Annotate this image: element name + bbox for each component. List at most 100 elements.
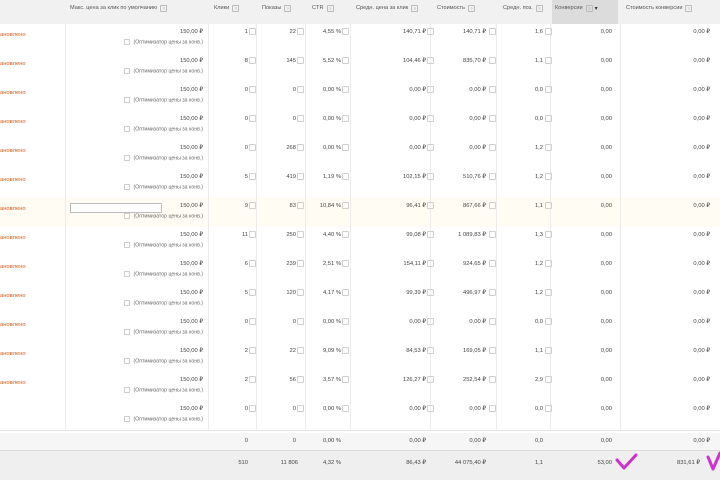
help-icon[interactable]: ? bbox=[160, 5, 168, 12]
details-icon[interactable] bbox=[427, 405, 434, 412]
table-row[interactable]: ановлено 150,00 ₽ (Оптимизатор цены за кон… bbox=[0, 285, 720, 315]
details-icon[interactable] bbox=[427, 57, 434, 64]
details-icon[interactable] bbox=[427, 144, 434, 151]
details-icon[interactable] bbox=[249, 405, 256, 412]
help-icon[interactable]: ? bbox=[585, 5, 593, 12]
details-icon[interactable] bbox=[249, 57, 256, 64]
details-icon[interactable] bbox=[297, 144, 304, 151]
details-icon[interactable] bbox=[427, 28, 434, 35]
checkbox-icon[interactable] bbox=[124, 387, 131, 393]
details-icon[interactable] bbox=[427, 376, 434, 383]
table-row[interactable]: ановлено 150,00 ₽ (Оптимизатор цены за кон… bbox=[0, 82, 720, 112]
header-cost-per-conversion[interactable]: Стоимость конверсии? bbox=[626, 0, 720, 24]
details-icon[interactable] bbox=[249, 86, 256, 93]
header-clicks[interactable]: Клики? bbox=[214, 0, 256, 24]
details-icon[interactable] bbox=[342, 115, 349, 122]
help-icon[interactable]: ? bbox=[284, 5, 292, 12]
details-icon[interactable] bbox=[297, 86, 304, 93]
details-icon[interactable] bbox=[489, 318, 496, 325]
help-icon[interactable]: ? bbox=[468, 5, 476, 12]
details-icon[interactable] bbox=[545, 376, 552, 383]
details-icon[interactable] bbox=[297, 231, 304, 238]
details-icon[interactable] bbox=[545, 28, 552, 35]
details-icon[interactable] bbox=[249, 376, 256, 383]
details-icon[interactable] bbox=[342, 289, 349, 296]
details-icon[interactable] bbox=[249, 347, 256, 354]
checkbox-icon[interactable] bbox=[124, 416, 131, 422]
details-icon[interactable] bbox=[249, 289, 256, 296]
header-conversions[interactable]: Конверсии? ▾ bbox=[552, 0, 618, 24]
checkbox-icon[interactable] bbox=[124, 184, 131, 190]
details-icon[interactable] bbox=[297, 28, 304, 35]
details-icon[interactable] bbox=[427, 115, 434, 122]
checkbox-icon[interactable] bbox=[124, 39, 131, 45]
details-icon[interactable] bbox=[489, 347, 496, 354]
help-icon[interactable]: ? bbox=[326, 5, 334, 12]
details-icon[interactable] bbox=[249, 115, 256, 122]
header-max-cpc[interactable]: Макс. цена за клик по умолчанию? bbox=[70, 0, 206, 24]
details-icon[interactable] bbox=[342, 57, 349, 64]
checkbox-icon[interactable] bbox=[124, 358, 131, 364]
header-impressions[interactable]: Показы? bbox=[262, 0, 304, 24]
details-icon[interactable] bbox=[427, 318, 434, 325]
header-avg-cpc[interactable]: Средн. цена за клик? bbox=[356, 0, 426, 24]
details-icon[interactable] bbox=[249, 28, 256, 35]
checkbox-icon[interactable] bbox=[124, 329, 131, 335]
table-row[interactable]: ановлено 150,00 ₽ (Оптимизатор цены за кон… bbox=[0, 314, 720, 344]
details-icon[interactable] bbox=[489, 115, 496, 122]
details-icon[interactable] bbox=[545, 173, 552, 180]
details-icon[interactable] bbox=[545, 260, 552, 267]
details-icon[interactable] bbox=[249, 318, 256, 325]
details-icon[interactable] bbox=[342, 347, 349, 354]
header-cost[interactable]: Стоимость? bbox=[437, 0, 493, 24]
details-icon[interactable] bbox=[342, 28, 349, 35]
table-row[interactable]: ановлено 150,00 ₽ (Оптимизатор цены за кон… bbox=[0, 53, 720, 83]
table-row[interactable]: ановлено 150,00 ₽ (Оптимизатор цены за кон… bbox=[0, 111, 720, 141]
details-icon[interactable] bbox=[545, 318, 552, 325]
table-row[interactable]: ановлено 150,00 ₽ (Оптимизатор цены за кон… bbox=[0, 169, 720, 199]
details-icon[interactable] bbox=[342, 202, 349, 209]
details-icon[interactable] bbox=[297, 405, 304, 412]
details-icon[interactable] bbox=[342, 173, 349, 180]
details-icon[interactable] bbox=[427, 347, 434, 354]
details-icon[interactable] bbox=[545, 57, 552, 64]
table-row[interactable]: 150,00 ₽ (Оптимизатор цены за конв.) 0 0 0,0… bbox=[0, 401, 720, 431]
checkbox-icon[interactable] bbox=[124, 68, 131, 74]
details-icon[interactable] bbox=[489, 173, 496, 180]
details-icon[interactable] bbox=[545, 144, 552, 151]
details-icon[interactable] bbox=[249, 260, 256, 267]
details-icon[interactable] bbox=[297, 115, 304, 122]
table-row[interactable]: ановлено 150,00 ₽ (Оптимизатор цены за кон… bbox=[0, 227, 720, 257]
details-icon[interactable] bbox=[297, 347, 304, 354]
details-icon[interactable] bbox=[342, 318, 349, 325]
details-icon[interactable] bbox=[297, 289, 304, 296]
table-row[interactable]: ановлено 150,00 ₽ (Оптимизатор цены за кон… bbox=[0, 343, 720, 373]
details-icon[interactable] bbox=[297, 57, 304, 64]
details-icon[interactable] bbox=[545, 347, 552, 354]
details-icon[interactable] bbox=[427, 231, 434, 238]
table-row[interactable]: ановлено 150,00 ₽ (Оптимизатор цены за кон… bbox=[0, 24, 720, 54]
header-avg-pos[interactable]: Средн. поз.? bbox=[503, 0, 551, 24]
details-icon[interactable] bbox=[489, 231, 496, 238]
checkbox-icon[interactable] bbox=[124, 213, 131, 219]
details-icon[interactable] bbox=[545, 289, 552, 296]
table-row[interactable]: ановлено 150,00 ₽ (Оптимизатор цены за кон… bbox=[0, 198, 720, 228]
details-icon[interactable] bbox=[545, 86, 552, 93]
details-icon[interactable] bbox=[297, 318, 304, 325]
header-ctr[interactable]: CTR? bbox=[312, 0, 348, 24]
details-icon[interactable] bbox=[489, 405, 496, 412]
details-icon[interactable] bbox=[489, 376, 496, 383]
table-row[interactable]: ановлено 150,00 ₽ (Оптимизатор цены за кон… bbox=[0, 140, 720, 170]
table-row[interactable]: ановлено 150,00 ₽ (Оптимизатор цены за кон… bbox=[0, 372, 720, 402]
checkbox-icon[interactable] bbox=[124, 155, 131, 161]
details-icon[interactable] bbox=[545, 115, 552, 122]
details-icon[interactable] bbox=[427, 173, 434, 180]
details-icon[interactable] bbox=[489, 57, 496, 64]
details-icon[interactable] bbox=[342, 144, 349, 151]
details-icon[interactable] bbox=[297, 260, 304, 267]
details-icon[interactable] bbox=[342, 376, 349, 383]
details-icon[interactable] bbox=[489, 144, 496, 151]
details-icon[interactable] bbox=[342, 405, 349, 412]
details-icon[interactable] bbox=[427, 86, 434, 93]
help-icon[interactable]: ? bbox=[685, 5, 693, 12]
